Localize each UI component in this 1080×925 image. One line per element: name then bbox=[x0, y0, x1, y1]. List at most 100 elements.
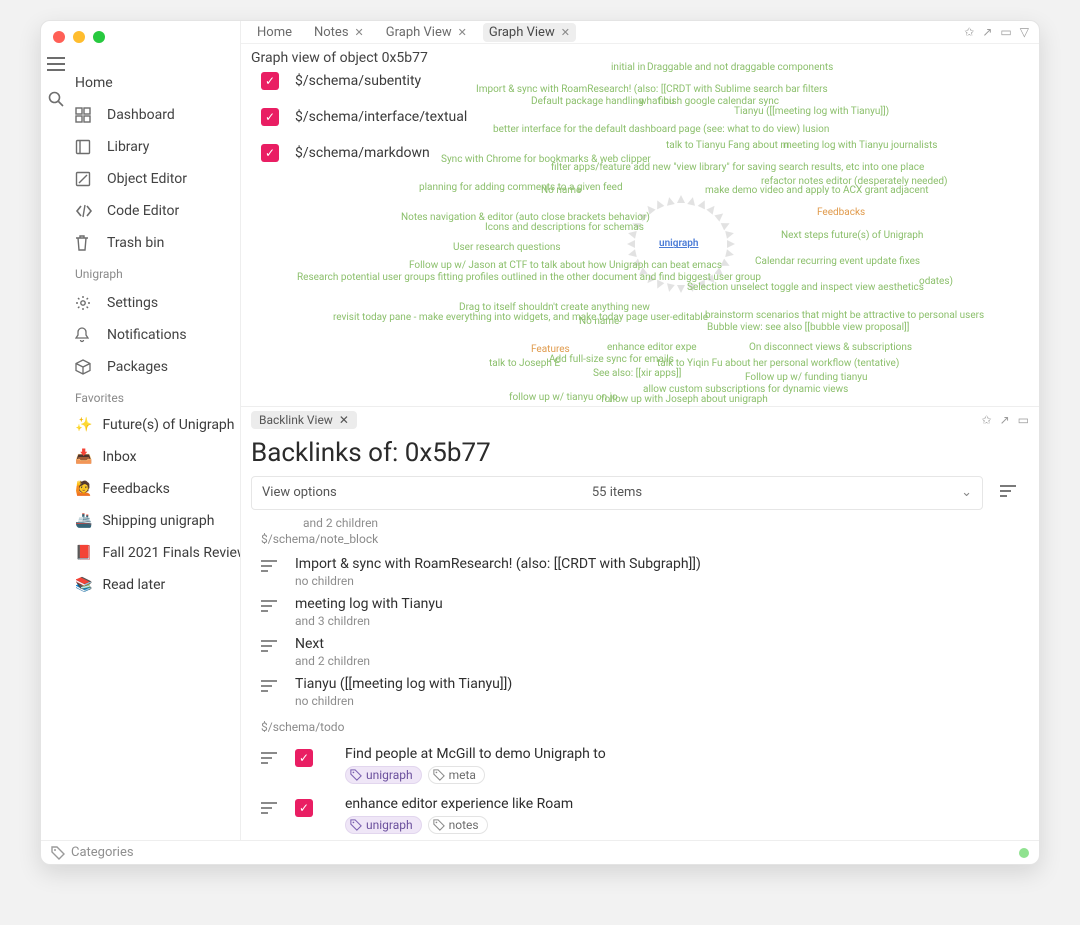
tag-label: unigraph bbox=[366, 768, 413, 782]
graph-center-node[interactable]: unigraph bbox=[659, 238, 698, 249]
drag-handle-icon[interactable] bbox=[261, 556, 277, 576]
tag-chip[interactable]: notes bbox=[428, 816, 488, 834]
item-count: 55 items bbox=[592, 485, 642, 500]
favorite-emoji: 🙋 bbox=[75, 481, 92, 497]
tab[interactable]: Home bbox=[251, 23, 298, 42]
graph-node-label: follow up w/ tianyu on jo bbox=[509, 392, 618, 403]
backlink-note-row[interactable]: Import & sync with RoamResearch! (also: … bbox=[251, 550, 1029, 590]
graph-node-label: Bubble view: see also [[bubble view prop… bbox=[707, 322, 909, 333]
drag-handle-icon[interactable] bbox=[261, 746, 277, 768]
checkbox[interactable]: ✓ bbox=[261, 108, 279, 126]
checkbox[interactable]: ✓ bbox=[261, 144, 279, 162]
tag-chip[interactable]: unigraph bbox=[345, 766, 422, 784]
sidebar-favorites-label: Favorites bbox=[71, 383, 240, 409]
close-window-button[interactable] bbox=[53, 31, 65, 43]
tab[interactable]: Graph View✕ bbox=[483, 23, 576, 42]
close-icon[interactable]: ✕ bbox=[458, 26, 467, 39]
favorite-item[interactable]: 📚Read later bbox=[71, 569, 240, 601]
open-out-icon[interactable]: ↗ bbox=[1000, 413, 1010, 427]
tab-label: Graph View bbox=[386, 25, 452, 40]
connection-status-indicator bbox=[1019, 848, 1029, 858]
maximize-window-button[interactable] bbox=[93, 31, 105, 43]
favorite-item[interactable]: 📥Inbox bbox=[71, 441, 240, 473]
search-icon[interactable] bbox=[48, 91, 64, 107]
object-editor-icon bbox=[75, 171, 93, 187]
nav-notifications[interactable]: Notifications bbox=[71, 319, 240, 351]
backlink-title: Tianyu ([[meeting log with Tianyu]]) bbox=[295, 676, 512, 692]
sidebar-favorites: ✨Future(s) of Unigraph📥Inbox🙋Feedbacks🚢S… bbox=[71, 409, 240, 601]
panel-icon[interactable]: ▭ bbox=[1000, 25, 1011, 39]
backlink-todo-row[interactable]: ✓ Find people at McGill to demo Unigraph… bbox=[251, 738, 1029, 788]
favorite-label: Fall 2021 Finals Review Plan bbox=[102, 545, 241, 561]
nav-packages[interactable]: Packages bbox=[71, 351, 240, 383]
tab[interactable]: Notes✕ bbox=[308, 23, 370, 42]
nav-label: Settings bbox=[107, 295, 158, 311]
backlink-view-tab[interactable]: Backlink View ✕ bbox=[251, 411, 357, 429]
main-panel: HomeNotes✕Graph View✕Graph View✕ ✩ ↗ ▭ ▽… bbox=[241, 21, 1039, 840]
star-icon[interactable]: ✩ bbox=[982, 413, 992, 427]
nav-label: Code Editor bbox=[107, 203, 179, 219]
tab[interactable]: Graph View ✕ bbox=[380, 23, 473, 42]
backlink-note-row[interactable]: meeting log with Tianyuand 3 children bbox=[251, 590, 1029, 630]
graph-node-label: Feedbacks bbox=[817, 207, 865, 218]
favorite-item[interactable]: 📕 Fall 2021 Finals Review Plan bbox=[71, 537, 240, 569]
backlink-note-row[interactable]: Nextand 2 children bbox=[251, 630, 1029, 670]
favorite-emoji: 📚 bbox=[75, 577, 92, 593]
drag-handle-icon[interactable] bbox=[261, 596, 277, 616]
panel-icon[interactable]: ▭ bbox=[1018, 413, 1029, 427]
graph-node-label: allow custom subscriptions for dynamic v… bbox=[643, 384, 848, 395]
backlink-title: Import & sync with RoamResearch! (also: … bbox=[295, 556, 701, 572]
tag-chip[interactable]: unigraph bbox=[345, 816, 422, 834]
favorite-emoji: 📕 bbox=[75, 545, 92, 561]
todo-title: Find people at McGill to demo Unigraph t… bbox=[345, 746, 606, 762]
star-icon[interactable]: ✩ bbox=[964, 25, 974, 39]
nav-code-editor[interactable]: Code Editor bbox=[71, 195, 240, 227]
schema-path-todo: $/schema/todo bbox=[251, 718, 1029, 738]
drag-handle-icon[interactable] bbox=[261, 796, 277, 818]
tag-label: meta bbox=[449, 768, 476, 782]
tag-chip[interactable]: meta bbox=[428, 766, 485, 784]
favorite-item[interactable]: 🚢Shipping unigraph bbox=[71, 505, 240, 537]
graph-node-label: Icons and descriptions for schemas bbox=[485, 222, 644, 233]
drag-handle-icon[interactable] bbox=[261, 636, 277, 656]
nav-trash[interactable]: Trash bin bbox=[71, 227, 240, 259]
tab-label: Backlink View bbox=[259, 413, 333, 427]
sort-icon[interactable] bbox=[986, 485, 1016, 501]
schema-filter-row: ✓$/schema/subentity bbox=[261, 72, 1029, 90]
close-icon[interactable]: ✕ bbox=[339, 413, 349, 427]
nav-object-editor[interactable]: Object Editor bbox=[71, 163, 240, 195]
window-traffic-lights bbox=[53, 31, 105, 43]
checkbox[interactable]: ✓ bbox=[261, 72, 279, 90]
tab-bar: HomeNotes✕Graph View✕Graph View✕ ✩ ↗ ▭ ▽ bbox=[241, 21, 1039, 44]
schema-filter-label: $/schema/interface/textual bbox=[295, 109, 467, 125]
graph-node-label: make demo video and apply to ACX grant a… bbox=[705, 185, 929, 196]
graph-node-label: Features bbox=[531, 344, 570, 355]
nav-settings[interactable]: Settings bbox=[71, 287, 240, 319]
schema-filter-row: ✓$/schema/markdown bbox=[261, 144, 1029, 162]
favorite-item[interactable]: 🙋Feedbacks bbox=[71, 473, 240, 505]
backlink-note-row[interactable]: Tianyu ([[meeting log with Tianyu]]) no c… bbox=[251, 670, 1029, 710]
nav-dashboard[interactable]: Dashboard bbox=[71, 99, 240, 131]
todo-checkbox[interactable]: ✓ bbox=[295, 799, 313, 817]
minimize-window-button[interactable] bbox=[73, 31, 85, 43]
nav-library[interactable]: Library bbox=[71, 131, 240, 163]
view-options-bar[interactable]: View options 55 items ⌄ bbox=[251, 476, 983, 510]
backlink-sub: no children bbox=[295, 694, 512, 708]
tag-row: unigraph notes bbox=[345, 816, 573, 834]
backlink-todo-row[interactable]: ✓ enhance editor experience like Roamuni… bbox=[251, 788, 1029, 838]
menu-icon[interactable] bbox=[47, 57, 65, 71]
close-icon[interactable]: ✕ bbox=[355, 26, 364, 39]
favorite-label: Shipping unigraph bbox=[102, 513, 214, 529]
todo-checkbox[interactable]: ✓ bbox=[295, 749, 313, 767]
chevron-down-icon[interactable]: ⌄ bbox=[961, 485, 972, 500]
status-categories-label[interactable]: Categories bbox=[71, 845, 134, 860]
favorite-item[interactable]: ✨Future(s) of Unigraph bbox=[71, 409, 240, 441]
open-out-icon[interactable]: ↗ bbox=[982, 25, 992, 39]
drag-handle-icon[interactable] bbox=[261, 676, 277, 696]
sidebar: Home Dashboard Library Object Editor Cod… bbox=[71, 21, 241, 840]
filter-icon[interactable]: ▽ bbox=[1020, 25, 1029, 39]
close-icon[interactable]: ✕ bbox=[561, 26, 570, 39]
nav-label: Library bbox=[107, 139, 149, 155]
sidebar-home-label[interactable]: Home bbox=[71, 69, 240, 97]
graph-node-label: Calendar recurring event update fixes bbox=[755, 256, 920, 267]
